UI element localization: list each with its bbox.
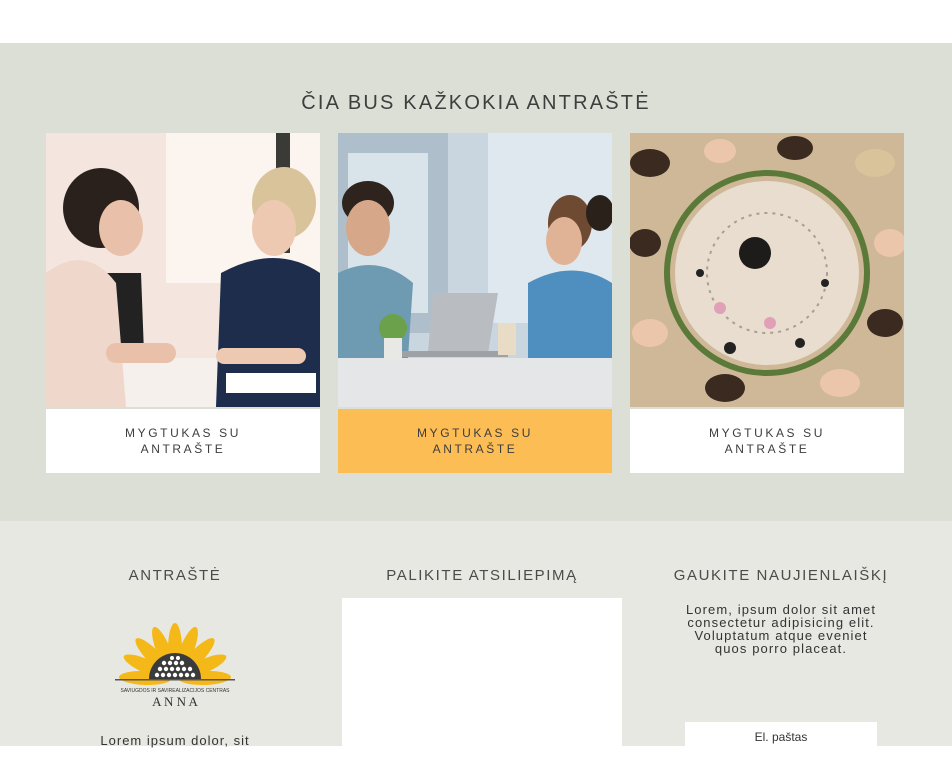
service-button-3[interactable]: MYGTUKAS SU ANTRAŠTE <box>630 409 904 473</box>
logo-name: A N N A <box>152 694 198 709</box>
newsletter-text: Lorem, ipsum dolor sit amet consectetur … <box>685 602 877 656</box>
services-section: ČIA BUS KAŽKOKIA ANTRAŠTĖ MYGTUKAS SU AN… <box>0 43 952 521</box>
service-photo-3 <box>630 133 904 407</box>
service-card-1: MYGTUKAS SU ANTRAŠTE <box>46 133 320 473</box>
service-photo-1 <box>46 133 320 407</box>
section-title: ČIA BUS KAŽKOKIA ANTRAŠTĖ <box>301 92 651 114</box>
service-button-2[interactable]: MYGTUKAS SU ANTRAŠTE <box>338 409 612 473</box>
top-bar <box>0 0 952 43</box>
service-button-1[interactable]: MYGTUKAS SU ANTRAŠTE <box>46 409 320 473</box>
service-photo-2 <box>338 133 612 407</box>
service-card-2: MYGTUKAS SU ANTRAŠTE <box>338 133 612 473</box>
footer-col3-title: GAUKITE NAUJIENLAIŠKĮ <box>673 567 889 584</box>
footer-section: ANTRAŠTĖ SAVIUGDOS IR SAVIREALIZACIJOS C… <box>0 521 952 758</box>
newsletter-email-input[interactable] <box>685 722 877 752</box>
anna-logo: SAVIUGDOS IR SAVIREALIZACIJOS CENTRAS A … <box>110 621 240 713</box>
service-card-3: MYGTUKAS SU ANTRAŠTE <box>630 133 904 473</box>
feedback-form-box[interactable] <box>342 598 622 758</box>
footer-col1-title: ANTRAŠTĖ <box>128 567 222 584</box>
footer-col2-title: PALIKITE ATSILIEPIMĄ <box>386 567 578 584</box>
